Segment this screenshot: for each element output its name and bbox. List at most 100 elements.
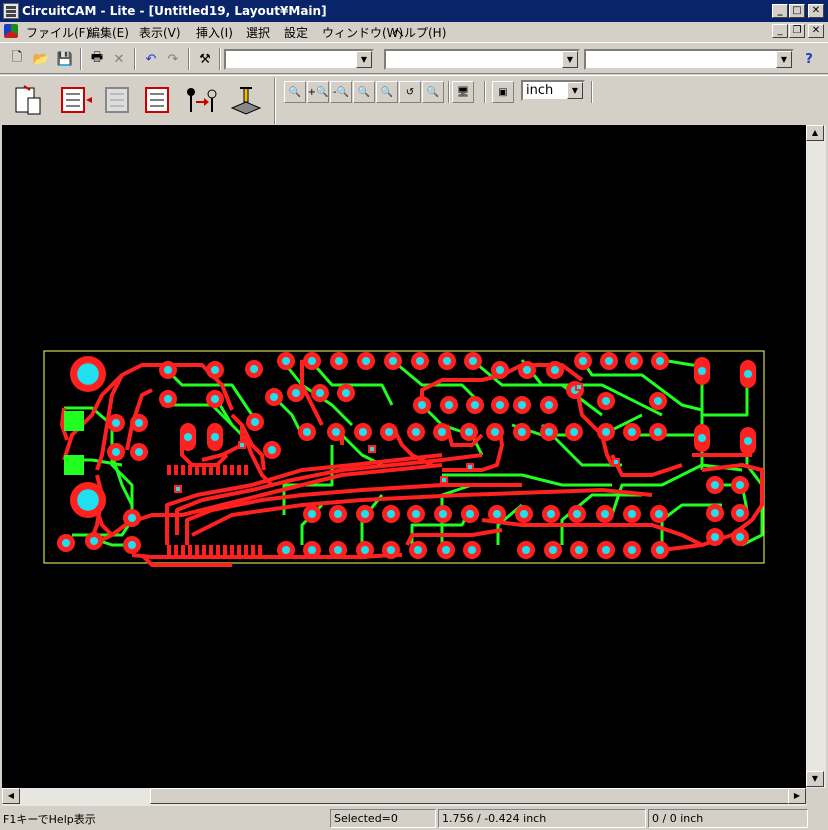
redraw-icon[interactable]: 🖥 bbox=[452, 81, 474, 103]
top-trace[interactable] bbox=[610, 454, 683, 477]
smd-pad[interactable] bbox=[237, 545, 241, 557]
scroll-left-icon[interactable]: ◀ bbox=[2, 788, 20, 804]
drill-hole bbox=[655, 510, 663, 518]
smd-pad[interactable] bbox=[181, 545, 185, 557]
drill-hole bbox=[656, 546, 664, 554]
mdi-restore-button[interactable]: ❐ bbox=[789, 24, 805, 38]
smd-pad[interactable] bbox=[174, 465, 178, 475]
import-file-icon[interactable] bbox=[8, 80, 48, 120]
menu-help[interactable]: ヘルプ(H) bbox=[392, 24, 446, 41]
smd-pad[interactable] bbox=[251, 545, 255, 557]
connector-tab[interactable] bbox=[64, 411, 84, 431]
scroll-down-icon[interactable]: ▼ bbox=[806, 771, 824, 787]
smd-pad[interactable] bbox=[174, 545, 178, 557]
connector-tab[interactable] bbox=[64, 455, 84, 475]
menu-insert[interactable]: 挿入(I) bbox=[196, 24, 233, 41]
drill-hole bbox=[551, 366, 559, 374]
vertical-scrollbar[interactable]: ▲ ▼ bbox=[806, 125, 826, 788]
smd-pad[interactable] bbox=[216, 545, 220, 557]
layer-combo[interactable]: ▼ bbox=[224, 49, 374, 70]
chevron-down-icon[interactable]: ▼ bbox=[567, 82, 583, 99]
pin-to-pad-icon[interactable] bbox=[180, 80, 220, 120]
menu-edit[interactable]: 編集(E) bbox=[88, 24, 129, 41]
zoom-all-icon[interactable]: 🔍 bbox=[422, 81, 444, 103]
zoom-page-icon[interactable]: 🔍 bbox=[353, 81, 375, 103]
chevron-down-icon[interactable]: ▼ bbox=[356, 51, 372, 68]
drill-hole bbox=[90, 537, 98, 545]
smd-pad[interactable] bbox=[188, 465, 192, 475]
undo-icon[interactable]: ↶ bbox=[140, 48, 162, 70]
zoom-window-icon[interactable]: 🔍 bbox=[284, 81, 306, 103]
close-button[interactable]: ✕ bbox=[808, 4, 824, 18]
drill-hole bbox=[518, 401, 526, 409]
smd-pad[interactable] bbox=[216, 465, 220, 475]
tool-combo[interactable]: ▼ bbox=[584, 49, 794, 70]
contour-icon[interactable] bbox=[98, 80, 138, 120]
smd-pad[interactable] bbox=[223, 545, 227, 557]
open-folder-icon[interactable]: 📂 bbox=[30, 48, 52, 70]
context-help-icon[interactable]: ? bbox=[798, 48, 820, 70]
machine-export-icon[interactable] bbox=[226, 80, 266, 120]
unit-select[interactable]: inch ▼ bbox=[521, 80, 585, 101]
document-icon[interactable] bbox=[4, 24, 18, 38]
redo-icon[interactable]: ↷ bbox=[162, 48, 184, 70]
aperture-combo[interactable]: ▼ bbox=[384, 49, 580, 70]
drill-hole bbox=[573, 510, 581, 518]
smd-pad[interactable] bbox=[181, 465, 185, 475]
zoom-previous-icon[interactable]: ↺ bbox=[399, 81, 421, 103]
smd-pad[interactable] bbox=[244, 545, 248, 557]
chevron-down-icon[interactable]: ▼ bbox=[562, 51, 578, 68]
chevron-down-icon[interactable]: ▼ bbox=[776, 51, 792, 68]
top-trace[interactable] bbox=[481, 518, 703, 547]
smd-pad[interactable] bbox=[230, 465, 234, 475]
zoom-in-icon[interactable]: +🔍 bbox=[307, 81, 329, 103]
drill-hole bbox=[439, 510, 447, 518]
maximize-button[interactable]: □ bbox=[789, 4, 805, 18]
smd-pad[interactable] bbox=[202, 545, 206, 557]
smd-pad[interactable] bbox=[237, 465, 241, 475]
smd-pad[interactable] bbox=[244, 465, 248, 475]
horizontal-scrollbar[interactable]: ◀ ▶ bbox=[2, 788, 806, 806]
smd-pad[interactable] bbox=[195, 545, 199, 557]
smd-pad[interactable] bbox=[209, 465, 213, 475]
toolbar-separator bbox=[274, 78, 276, 124]
scroll-thumb[interactable] bbox=[150, 788, 802, 804]
layout-canvas[interactable] bbox=[2, 125, 806, 788]
insulate-icon[interactable] bbox=[56, 80, 96, 120]
smd-pad[interactable] bbox=[195, 465, 199, 475]
status-coordinates: 1.756 / -0.424 inch bbox=[438, 809, 646, 828]
smd-pad[interactable] bbox=[167, 545, 171, 557]
rubout-icon[interactable] bbox=[138, 80, 178, 120]
tool-wand-icon[interactable]: ⚒ bbox=[194, 48, 216, 70]
zoom-out-icon[interactable]: -🔍 bbox=[330, 81, 352, 103]
menu-view[interactable]: 表示(V) bbox=[139, 24, 181, 41]
smd-pad[interactable] bbox=[230, 545, 234, 557]
menu-settings[interactable]: 設定 bbox=[284, 24, 308, 41]
scroll-up-icon[interactable]: ▲ bbox=[806, 125, 824, 141]
mdi-minimize-button[interactable]: _ bbox=[772, 24, 788, 38]
smd-pad[interactable] bbox=[223, 465, 227, 475]
minimize-button[interactable]: _ bbox=[772, 4, 788, 18]
pcb-layout[interactable] bbox=[2, 125, 806, 788]
smd-pad[interactable] bbox=[167, 465, 171, 475]
menu-select[interactable]: 選択 bbox=[246, 24, 270, 41]
save-icon[interactable]: 💾 bbox=[54, 48, 76, 70]
smd-pad[interactable] bbox=[258, 545, 262, 557]
scroll-right-icon[interactable]: ▶ bbox=[788, 788, 806, 804]
zoom-selection-icon[interactable]: 🔍 bbox=[376, 81, 398, 103]
toolbar-separator bbox=[134, 48, 136, 70]
grid-toggle-icon[interactable]: ▣ bbox=[492, 81, 514, 103]
new-file-icon[interactable]: 🗋 bbox=[6, 48, 28, 70]
delete-icon[interactable]: ✕ bbox=[108, 48, 130, 70]
app-icon[interactable] bbox=[3, 3, 19, 19]
mdi-close-button[interactable]: ✕ bbox=[808, 24, 824, 38]
smd-pad[interactable] bbox=[202, 465, 206, 475]
drill-hole bbox=[361, 510, 369, 518]
print-icon[interactable]: 🖶 bbox=[86, 48, 108, 70]
drill-hole bbox=[268, 446, 276, 454]
drill-hole bbox=[545, 401, 553, 409]
smd-pad[interactable] bbox=[188, 545, 192, 557]
smd-pad[interactable] bbox=[209, 545, 213, 557]
drill-hole bbox=[128, 514, 136, 522]
menu-file[interactable]: ファイル(F) bbox=[26, 24, 90, 41]
